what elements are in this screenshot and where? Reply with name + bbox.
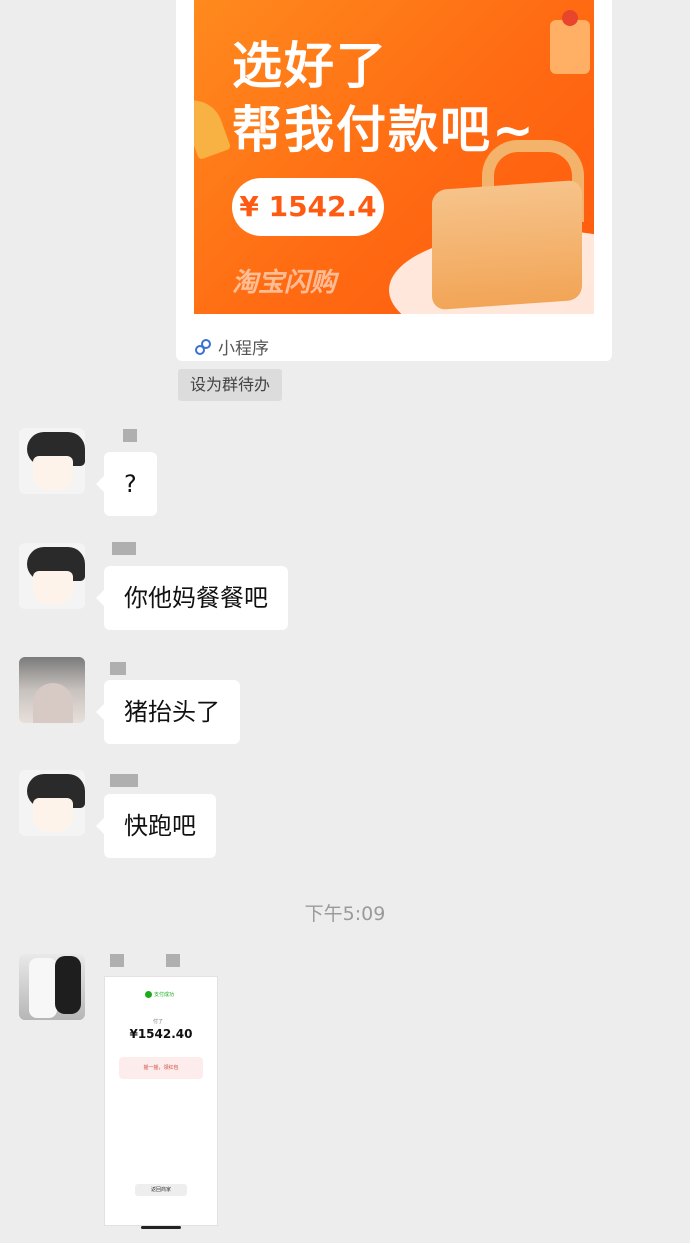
cake-decoration [550, 20, 590, 74]
avatar[interactable] [19, 657, 85, 723]
check-icon [145, 991, 152, 998]
avatar[interactable] [19, 770, 85, 836]
payment-screenshot-image[interactable]: 支付成功 付了 ¥1542.40 摇一摇，领红包 返回商家 [104, 976, 218, 1229]
red-packet-promo: 摇一摇，领红包 [119, 1057, 203, 1079]
home-indicator [141, 1226, 181, 1229]
mini-program-card[interactable]: 选好了 帮我付款吧~ ¥ 1542.4 淘宝闪购 小程序 [176, 0, 612, 361]
promo-banner[interactable]: 选好了 帮我付款吧~ ¥ 1542.4 淘宝闪购 [194, 0, 594, 314]
message-timestamp: 下午5:09 [304, 903, 386, 925]
mini-program-icon [195, 338, 211, 355]
avatar-face [33, 456, 73, 490]
set-group-todo-button[interactable]: 设为群待办 [178, 369, 283, 401]
shopping-bag-image [432, 179, 582, 311]
message-bubble[interactable]: ? [96, 452, 157, 516]
sender-name-redacted [110, 662, 126, 675]
avatar-face [33, 798, 73, 832]
avatar[interactable] [19, 543, 85, 609]
sender-name-redacted [110, 954, 124, 967]
paid-amount: ¥1542.40 [129, 1027, 193, 1041]
avatar-face [33, 571, 73, 605]
sender-name-redacted [123, 429, 137, 442]
mini-program-type: 小程序 [218, 339, 269, 359]
mini-program-label: 小程序 [194, 334, 269, 359]
pizza-decoration [194, 91, 232, 161]
paid-label: 付了 [153, 1019, 164, 1025]
avatar-figure [33, 683, 73, 723]
message-bubble[interactable]: 你他妈餐餐吧 [96, 566, 288, 630]
sender-name-redacted [166, 954, 180, 967]
promo-headline-1: 选好了 [232, 37, 388, 95]
payment-success-status: 支付成功 [145, 991, 174, 998]
message-bubble[interactable]: 猪抬头了 [96, 680, 240, 744]
return-merchant-button: 返回商家 [135, 1184, 187, 1196]
brand-logo-text: 淘宝闪购 [232, 268, 337, 298]
avatar-figure-dark [55, 956, 81, 1014]
price-pill: ¥ 1542.4 [232, 178, 384, 236]
message-bubble[interactable]: 快跑吧 [96, 794, 216, 858]
cherry-decoration [562, 10, 578, 26]
avatar[interactable] [19, 954, 85, 1020]
sender-name-redacted [110, 774, 138, 787]
avatar-figure [29, 958, 57, 1018]
promo-headline-2: 帮我付款吧~ [232, 101, 536, 159]
avatar[interactable] [19, 428, 85, 494]
sender-name-redacted [112, 542, 136, 555]
